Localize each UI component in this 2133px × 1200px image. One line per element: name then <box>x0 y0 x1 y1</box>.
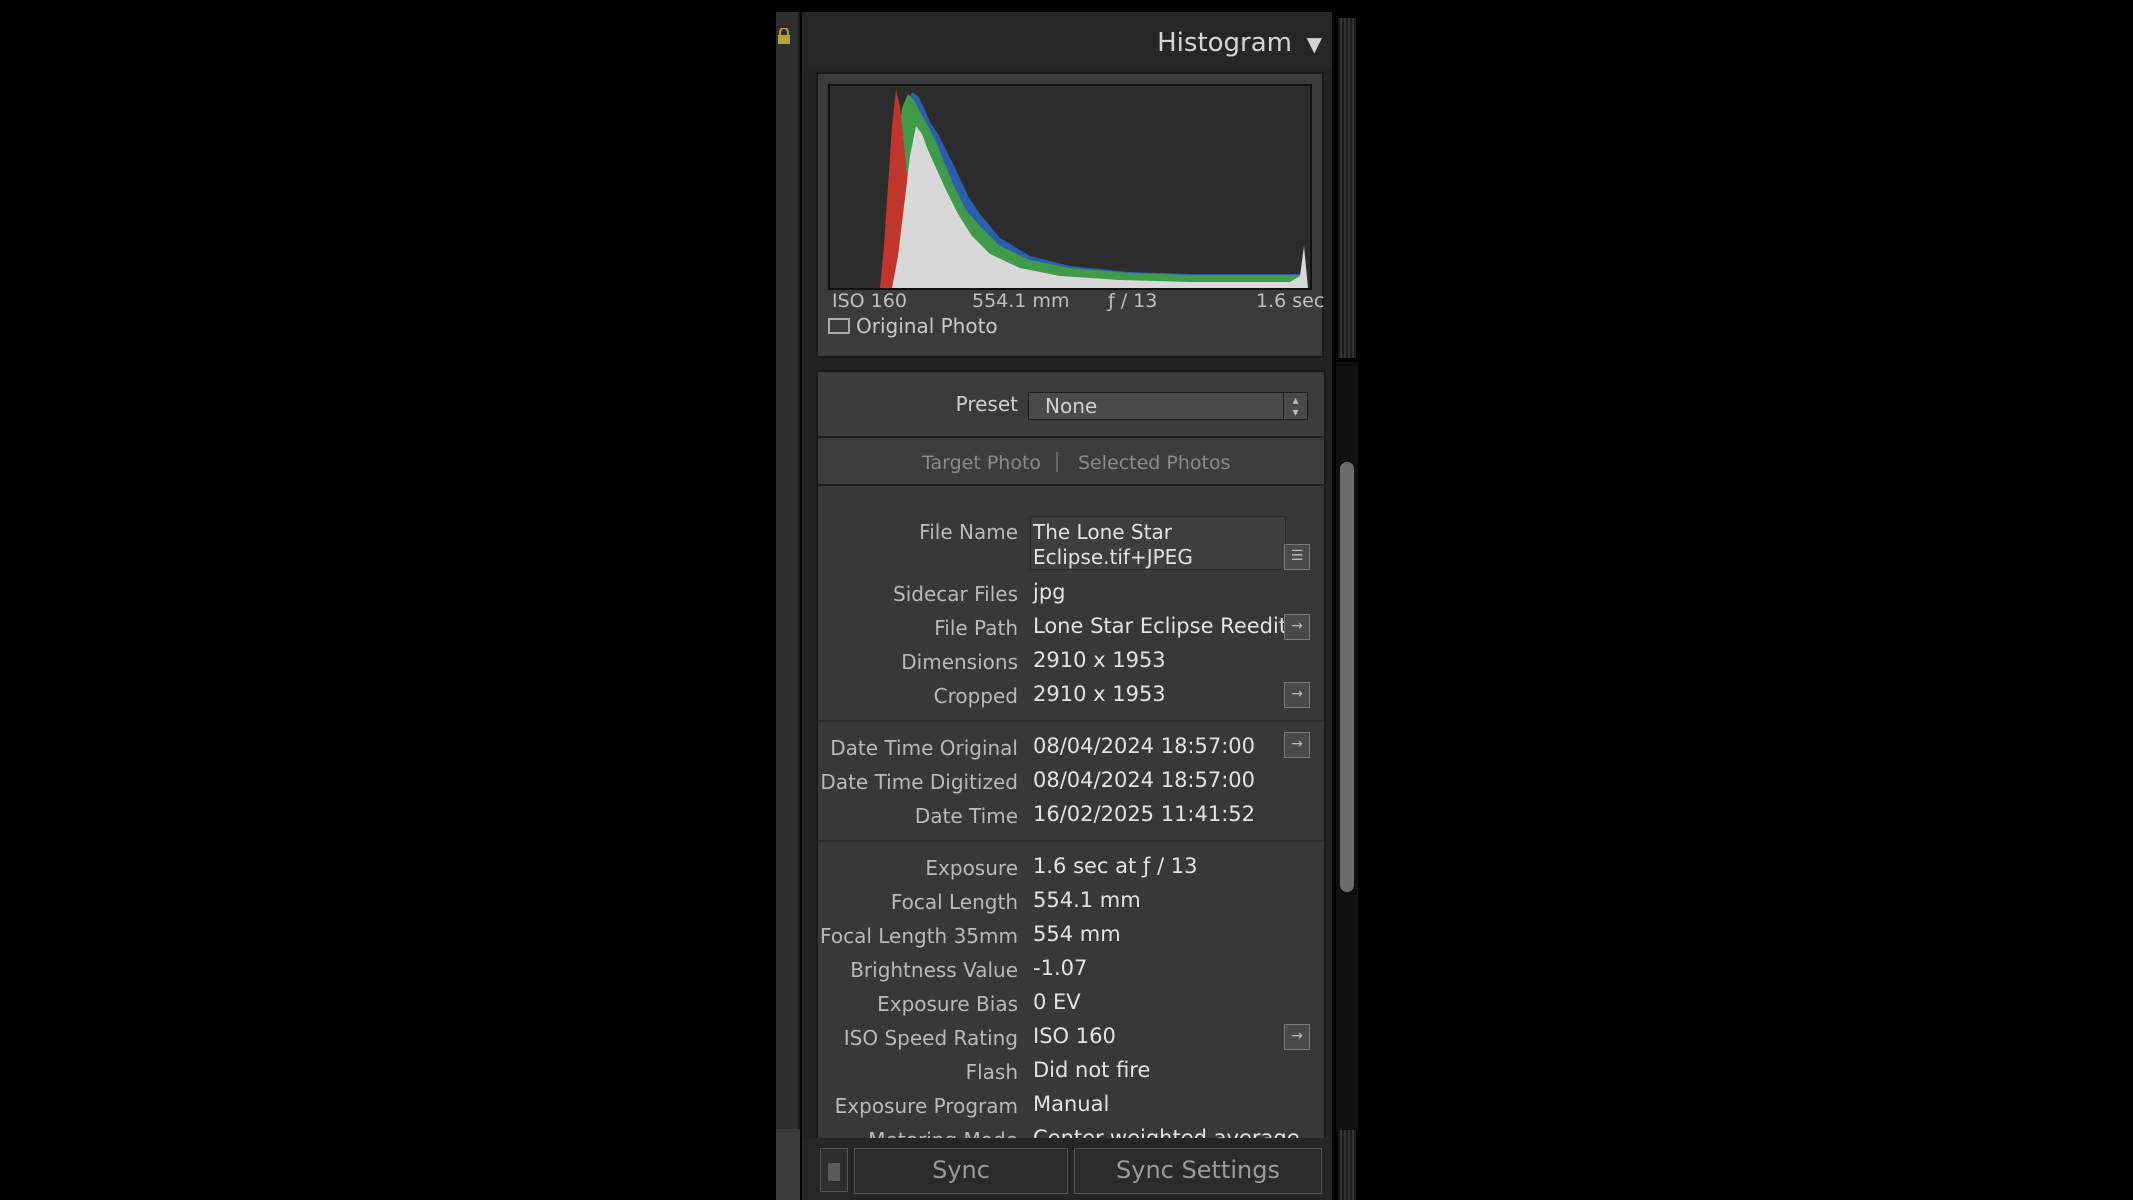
switch-knob <box>828 1163 840 1181</box>
sync-settings-button[interactable]: Sync Settings <box>1074 1148 1322 1194</box>
meta-value: ISO 160 <box>1033 1024 1116 1048</box>
tab-separator <box>1056 452 1058 472</box>
lock-icon[interactable] <box>778 28 790 44</box>
file-name-line-1: The Lone Star <box>1033 520 1172 544</box>
go-to-arrow-icon[interactable]: → <box>1284 732 1310 758</box>
left-panel-edge <box>776 12 800 1200</box>
auto-sync-switch[interactable] <box>820 1148 848 1192</box>
meta-row-exposure: Exposure 1.6 sec at ƒ / 13 <box>818 850 1324 884</box>
original-photo-toggle[interactable]: Original Photo <box>828 312 998 340</box>
scrollbar-thumb[interactable] <box>1340 462 1354 892</box>
histogram-curves <box>880 90 1308 288</box>
meta-label: Cropped <box>933 684 1018 708</box>
tab-target-photo[interactable]: Target Photo <box>922 452 1041 474</box>
meta-label: Dimensions <box>901 650 1018 674</box>
meta-row-file-path: File Path Lone Star Eclipse Reedit <box>818 610 1324 644</box>
updown-arrows-icon: ▴ ▾ <box>1283 393 1307 419</box>
meta-label: Exposure Bias <box>877 992 1018 1016</box>
target-tabs: Target Photo Selected Photos <box>818 440 1324 486</box>
preset-label: Preset <box>955 392 1018 416</box>
meta-label: Date Time <box>914 804 1018 828</box>
lightroom-right-panel: Histogram ▼ ISO 160 554.1 mm ƒ / 13 1.6 … <box>776 12 1358 1200</box>
histogram-luminance <box>892 126 1308 288</box>
histogram-shutter: 1.6 sec <box>1256 290 1325 312</box>
meta-label: ISO Speed Rating <box>843 1026 1018 1050</box>
meta-row-date-time-digitized: Date Time Digitized 08/04/2024 18:57:00 <box>818 764 1324 798</box>
go-to-arrow-icon[interactable]: → <box>1284 1024 1310 1050</box>
meta-value: 0 EV <box>1033 990 1081 1014</box>
collapse-triangle-icon[interactable]: ▼ <box>1307 32 1322 56</box>
file-name-line-2: Eclipse.tif+JPEG <box>1033 545 1193 569</box>
meta-value: Did not fire <box>1033 1058 1151 1082</box>
meta-value: 554.1 mm <box>1033 888 1141 912</box>
meta-row-date-time: Date Time 16/02/2025 11:41:52 <box>818 798 1324 832</box>
preset-dropdown[interactable]: None ▴ ▾ <box>1028 392 1308 420</box>
list-icon[interactable]: ☰ <box>1284 544 1310 570</box>
file-name-value: The Lone Star Eclipse.tif+JPEG <box>1033 520 1283 570</box>
section-divider <box>818 720 1324 722</box>
tab-selected-photos[interactable]: Selected Photos <box>1078 452 1231 474</box>
meta-value: Lone Star Eclipse Reedit <box>1033 614 1288 638</box>
meta-row-focal-length: Focal Length 554.1 mm <box>818 884 1324 918</box>
meta-label: Flash <box>965 1060 1018 1084</box>
preset-value: None <box>1045 394 1098 418</box>
original-photo-label: Original Photo <box>856 314 998 338</box>
meta-row-brightness-value: Brightness Value -1.07 <box>818 952 1324 986</box>
meta-label: File Path <box>934 616 1018 640</box>
meta-value: 16/02/2025 11:41:52 <box>1033 802 1256 826</box>
histogram-title: Histogram <box>1157 28 1292 58</box>
meta-row-iso-speed-rating: ISO Speed Rating ISO 160 <box>818 1020 1324 1054</box>
file-name-label: File Name <box>919 520 1018 544</box>
metadata-panel: Preset None ▴ ▾ Target Photo Selected Pho… <box>816 370 1326 1140</box>
histogram-iso: ISO 160 <box>832 290 907 312</box>
meta-row-exposure-bias: Exposure Bias 0 EV <box>818 986 1324 1020</box>
meta-value: 1.6 sec at ƒ / 13 <box>1033 854 1198 878</box>
meta-label: Date Time Digitized <box>820 770 1018 794</box>
meta-label: Brightness Value <box>850 958 1018 982</box>
meta-label: Exposure Program <box>834 1094 1018 1118</box>
section-divider <box>818 840 1324 842</box>
meta-value: 08/04/2024 18:57:00 <box>1033 768 1256 792</box>
original-photo-checkbox[interactable] <box>828 318 850 334</box>
meta-row-sidecar-files: Sidecar Files jpg <box>818 576 1324 610</box>
meta-label: Exposure <box>925 856 1018 880</box>
meta-value: 554 mm <box>1033 922 1121 946</box>
go-to-arrow-icon[interactable]: → <box>1284 682 1310 708</box>
panel-grip-bottom <box>1338 1130 1356 1200</box>
sync-button[interactable]: Sync <box>854 1148 1068 1194</box>
meta-row-exposure-program: Exposure Program Manual <box>818 1088 1324 1122</box>
meta-value: 08/04/2024 18:57:00 <box>1033 734 1256 758</box>
meta-value: 2910 x 1953 <box>1033 648 1166 672</box>
meta-label: Focal Length <box>890 890 1018 914</box>
meta-row-dimensions: Dimensions 2910 x 1953 <box>818 644 1324 678</box>
panel-grip-top <box>1338 18 1356 358</box>
meta-row-focal-length-35mm: Focal Length 35mm 554 mm <box>818 918 1324 952</box>
meta-row-flash: Flash Did not fire <box>818 1054 1324 1088</box>
meta-label: Focal Length 35mm <box>820 924 1018 948</box>
meta-label: Date Time Original <box>830 736 1018 760</box>
meta-row-date-time-original: Date Time Original 08/04/2024 18:57:00 <box>818 730 1324 764</box>
histogram-focal-length: 554.1 mm <box>972 290 1070 312</box>
histogram-header[interactable]: Histogram ▼ <box>802 12 1332 68</box>
meta-value: 2910 x 1953 <box>1033 682 1166 706</box>
left-panel-lower <box>776 1129 800 1200</box>
histogram-graph[interactable] <box>828 84 1312 290</box>
meta-value: jpg <box>1033 580 1066 604</box>
meta-label: Sidecar Files <box>893 582 1018 606</box>
meta-value: Manual <box>1033 1092 1110 1116</box>
sync-bar: Sync Sync Settings <box>802 1138 1332 1200</box>
histogram-aperture: ƒ / 13 <box>1108 290 1158 312</box>
preset-row: Preset None ▴ ▾ <box>818 372 1324 438</box>
meta-row-cropped: Cropped 2910 x 1953 <box>818 678 1324 712</box>
meta-value: -1.07 <box>1033 956 1088 980</box>
go-to-arrow-icon[interactable]: → <box>1284 614 1310 640</box>
